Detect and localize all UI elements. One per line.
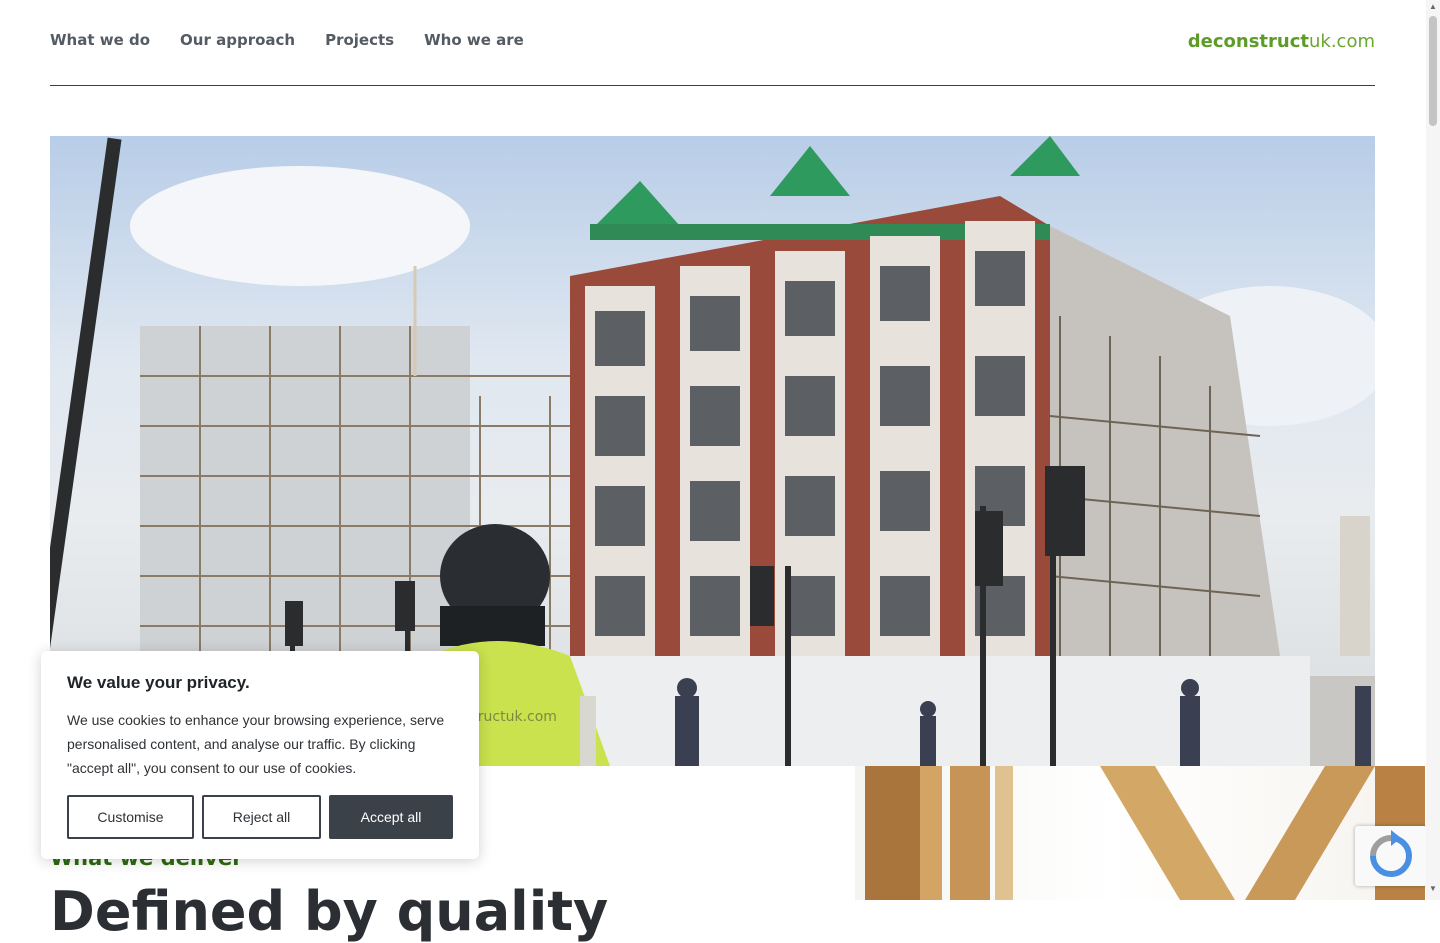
logo-light: uk.com: [1309, 31, 1375, 52]
roof-netting: [595, 181, 680, 226]
scrollbar-thumb[interactable]: [1429, 16, 1437, 126]
timber-photo: [855, 766, 1425, 900]
nav-our-approach[interactable]: Our approach: [180, 31, 295, 49]
main-navigation: What we do Our approach Projects Who we …: [50, 0, 1375, 86]
customise-button[interactable]: Customise: [67, 795, 194, 839]
page-scrollbar[interactable]: ▲ ▼: [1426, 0, 1440, 900]
nav-projects[interactable]: Projects: [325, 31, 394, 49]
scroll-up-arrow-icon[interactable]: ▲: [1429, 2, 1437, 11]
nav-what-we-do[interactable]: What we do: [50, 31, 150, 49]
timber-illustration: [865, 766, 1425, 900]
church-tower: [1340, 516, 1370, 656]
logo-bold: deconstruct: [1187, 31, 1309, 52]
roof-netting: [770, 146, 850, 196]
accept-all-button[interactable]: Accept all: [329, 795, 453, 839]
site-logo[interactable]: deconstructuk.com: [1188, 31, 1375, 52]
scroll-down-arrow-icon[interactable]: ▼: [1429, 884, 1437, 893]
cookie-title: We value your privacy.: [67, 673, 250, 692]
cloud: [130, 166, 470, 286]
cookie-consent-dialog: We value your privacy. We use cookies to…: [41, 651, 479, 859]
cookie-text: We use cookies to enhance your browsing …: [67, 712, 445, 776]
roof-netting: [1010, 136, 1080, 176]
nav-who-we-are[interactable]: Who we are: [424, 31, 524, 49]
left-building: [140, 326, 470, 686]
recaptcha-badge[interactable]: [1355, 826, 1427, 886]
nav-links: What we do Our approach Projects Who we …: [50, 31, 524, 49]
section-title: Defined by quality: [50, 880, 609, 943]
recaptcha-icon: [1370, 830, 1412, 877]
reject-all-button[interactable]: Reject all: [202, 795, 321, 839]
